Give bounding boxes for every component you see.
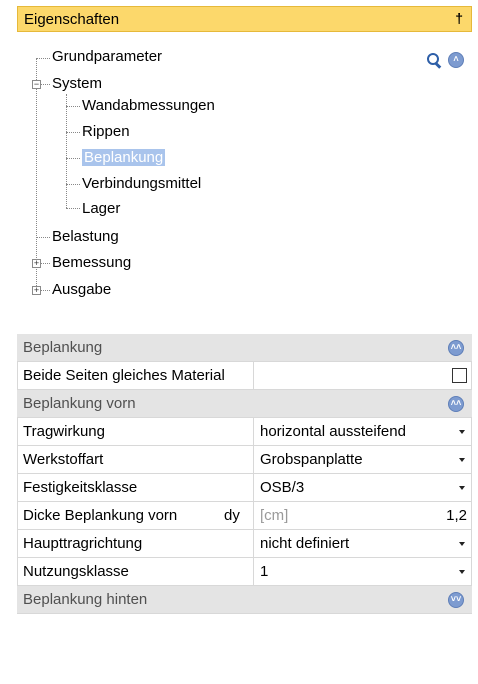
tree-toolbar: ˄ — [426, 52, 464, 68]
tree-item-ausgabe[interactable]: Ausgabe — [52, 279, 111, 301]
tree-line — [41, 84, 50, 85]
tree-item-beplankung[interactable]: Beplankung — [82, 147, 166, 169]
property-unit: [cm] — [260, 507, 289, 524]
category-title: Beplankung vorn — [23, 395, 136, 412]
chevron-down-icon[interactable] — [459, 486, 465, 490]
dicke-input[interactable]: 1,2 — [446, 502, 467, 529]
property-row-dicke: Dicke Beplankung vorn dy [cm] 1,2 — [17, 502, 472, 530]
property-name: Beide Seiten gleiches Material — [18, 362, 254, 389]
property-name: Tragwirkung — [18, 418, 254, 445]
tree-item-wandabmessungen[interactable]: Wandabmessungen — [82, 95, 215, 117]
tragwirkung-select[interactable]: horizontal aussteifend — [260, 418, 406, 445]
property-row-festigkeitsklasse: Festigkeitsklasse OSB/3 — [17, 474, 472, 502]
category-title: Beplankung hinten — [23, 591, 148, 608]
tree-line — [66, 158, 80, 159]
category-title: Beplankung — [23, 339, 103, 356]
tree-item-rippen[interactable]: Rippen — [82, 121, 130, 143]
property-row-tragwirkung: Tragwirkung horizontal aussteifend — [17, 418, 472, 446]
property-row-haupttragrichtung: Haupttragrichtung nicht definiert — [17, 530, 472, 558]
collapse-icon[interactable]: − — [32, 80, 41, 89]
property-name: Dicke Beplankung vorn — [18, 502, 254, 529]
chevron-down-icon[interactable] — [459, 570, 465, 574]
category-beplankung-hinten[interactable]: Beplankung hinten ˅˅ — [17, 586, 472, 614]
tree-line — [41, 263, 50, 264]
same-material-checkbox[interactable] — [452, 368, 467, 383]
chevron-down-icon[interactable] — [459, 458, 465, 462]
search-icon[interactable] — [426, 52, 442, 68]
tree-line — [36, 237, 50, 238]
property-row-werkstoffart: Werkstoffart Grobspanplatte — [17, 446, 472, 474]
category-beplankung-vorn[interactable]: Beplankung vorn ˄˄ — [17, 390, 472, 418]
tree-line — [41, 290, 50, 291]
festigkeitsklasse-select[interactable]: OSB/3 — [260, 474, 304, 501]
nutzungsklasse-select[interactable]: 1 — [260, 558, 268, 585]
property-name: Werkstoffart — [18, 446, 254, 473]
tree-item-system[interactable]: System — [52, 73, 102, 95]
category-beplankung[interactable]: Beplankung ˄˄ — [17, 334, 472, 362]
property-name: Nutzungsklasse — [18, 558, 254, 585]
expand-icon[interactable]: + — [32, 259, 41, 268]
navigation-tree: Grundparameter − System Wandabmessungen … — [0, 0, 478, 320]
collapse-all-icon[interactable]: ˄ — [448, 52, 464, 68]
chevron-down-icon[interactable] — [459, 430, 465, 434]
tree-item-bemessung[interactable]: Bemessung — [52, 252, 131, 274]
property-name: Festigkeitsklasse — [18, 474, 254, 501]
expand-icon[interactable]: + — [32, 286, 41, 295]
tree-line — [66, 106, 80, 107]
tree-item-grundparameter[interactable]: Grundparameter — [52, 46, 162, 68]
property-row-nutzungsklasse: Nutzungsklasse 1 — [17, 558, 472, 586]
property-name: Haupttragrichtung — [18, 530, 254, 557]
expand-section-icon[interactable]: ˅˅ — [448, 592, 464, 608]
haupttragrichtung-select[interactable]: nicht definiert — [260, 530, 349, 557]
tree-item-belastung[interactable]: Belastung — [52, 226, 119, 248]
tree-line — [66, 184, 80, 185]
werkstoffart-select[interactable]: Grobspanplatte — [260, 446, 363, 473]
property-symbol: dy — [224, 507, 240, 524]
property-grid: Beplankung ˄˄ Beide Seiten gleiches Mate… — [17, 334, 472, 614]
tree-item-verbindungsmittel[interactable]: Verbindungsmittel — [82, 173, 201, 195]
tree-line — [36, 58, 50, 59]
collapse-section-icon[interactable]: ˄˄ — [448, 340, 464, 356]
tree-line — [66, 208, 80, 209]
chevron-down-icon[interactable] — [459, 542, 465, 546]
tree-line — [36, 58, 37, 290]
collapse-section-icon[interactable]: ˄˄ — [448, 396, 464, 412]
property-row-same-material: Beide Seiten gleiches Material — [17, 362, 472, 390]
tree-line — [66, 132, 80, 133]
tree-line — [66, 94, 67, 208]
tree-item-lager[interactable]: Lager — [82, 198, 120, 220]
